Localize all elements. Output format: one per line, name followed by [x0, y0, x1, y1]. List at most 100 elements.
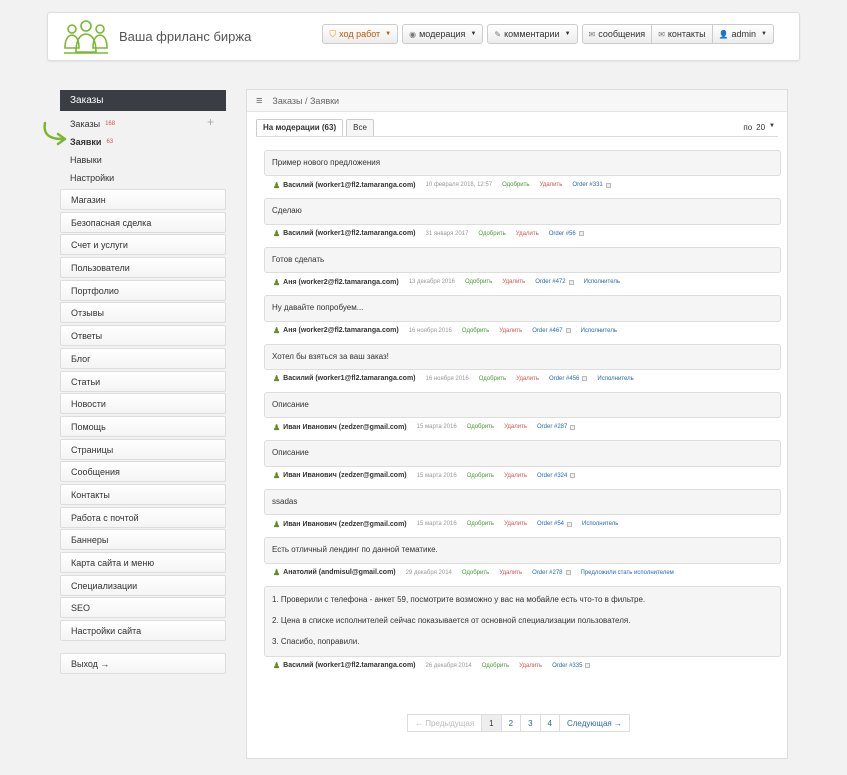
- tab-moderation[interactable]: На модерации (63): [256, 119, 344, 136]
- status-link[interactable]: Исполнитель: [581, 328, 617, 334]
- date-label: 31 января 2017: [425, 230, 469, 237]
- sidebar-item-skills[interactable]: Навыки: [70, 151, 220, 169]
- perpage-select[interactable]: по 20 ▼: [743, 123, 775, 132]
- sidebar-menu-item[interactable]: Ответы: [60, 325, 226, 347]
- order-link[interactable]: Order #278: [532, 570, 571, 576]
- author-link[interactable]: ♟ Иван Иванович (zedzer@gmail.com): [273, 520, 407, 529]
- delete-button[interactable]: Удалить: [499, 328, 522, 334]
- page-button[interactable]: 4: [539, 714, 560, 732]
- delete-button[interactable]: Удалить: [504, 424, 527, 430]
- delete-button[interactable]: Удалить: [516, 231, 539, 237]
- messages-button[interactable]: ✉ сообщения: [581, 24, 653, 44]
- prev-page-button[interactable]: ← Предыдущая: [407, 714, 483, 732]
- status-link[interactable]: Предложили стать исполнителем: [581, 570, 674, 576]
- sidebar-menu-item[interactable]: Работа с почтой: [60, 506, 226, 528]
- external-link-icon[interactable]: [565, 570, 571, 576]
- approve-button[interactable]: Одобрить: [467, 473, 494, 479]
- approve-button[interactable]: Одобрить: [462, 570, 489, 576]
- page-button[interactable]: 3: [520, 714, 541, 732]
- moderation-dropdown[interactable]: ◉ модерация ▼: [402, 24, 484, 44]
- sidebar-item-settings[interactable]: Настройки: [70, 169, 220, 187]
- order-link[interactable]: Order #324: [537, 473, 576, 479]
- sidebar-section-title[interactable]: Заказы: [60, 90, 226, 111]
- status-link[interactable]: Исполнитель: [597, 376, 633, 382]
- order-link[interactable]: Order #472: [535, 279, 574, 285]
- sidebar-menu-item[interactable]: Карта сайта и меню: [60, 552, 226, 573]
- author-link[interactable]: ♟ Иван Иванович (zedzer@gmail.com): [273, 423, 407, 432]
- sidebar-menu-item[interactable]: Специализации: [60, 574, 226, 596]
- delete-button[interactable]: Удалить: [519, 663, 542, 669]
- sidebar-menu-item[interactable]: SEO: [60, 597, 226, 619]
- status-link[interactable]: Исполнитель: [582, 521, 618, 527]
- delete-button[interactable]: Удалить: [502, 279, 525, 285]
- order-link[interactable]: Order #287: [537, 424, 576, 430]
- sidebar-menu-item[interactable]: Безопасная сделка: [60, 211, 226, 233]
- author-link[interactable]: ♟ Иван Иванович (zedzer@gmail.com): [273, 471, 407, 480]
- author-link[interactable]: ♟ Анатолий (andmisul@gmail.com): [273, 568, 396, 577]
- site-title[interactable]: Ваша фриланс биржа: [119, 29, 251, 44]
- external-link-icon[interactable]: [570, 473, 576, 479]
- order-link[interactable]: Order #56: [549, 231, 584, 237]
- approve-button[interactable]: Одобрить: [478, 231, 505, 237]
- progress-dropdown[interactable]: ⛉ ход работ ▼: [322, 24, 399, 44]
- sidebar-item-orders[interactable]: Заказы 168: [70, 115, 220, 133]
- sidebar-menu-item[interactable]: Новости: [60, 393, 226, 415]
- sidebar-menu-item[interactable]: Портфолио: [60, 279, 226, 301]
- external-link-icon[interactable]: [567, 521, 572, 527]
- logo-icon[interactable]: [62, 18, 110, 56]
- approve-button[interactable]: Одобрить: [462, 328, 489, 334]
- sidebar-menu-item[interactable]: Отзывы: [60, 302, 226, 324]
- approve-button[interactable]: Одобрить: [465, 279, 492, 285]
- tab-all[interactable]: Все: [346, 119, 374, 136]
- order-link[interactable]: Order #331: [572, 182, 611, 188]
- sidebar-menu-item[interactable]: Баннеры: [60, 529, 226, 551]
- approve-button[interactable]: Одобрить: [502, 182, 529, 188]
- approve-button[interactable]: Одобрить: [479, 376, 506, 382]
- sidebar-item-applications[interactable]: Заявки 63: [70, 133, 220, 151]
- author-link[interactable]: ♟ Василий (worker1@fl2.tamaranga.com): [273, 661, 416, 670]
- sidebar-menu-item[interactable]: Магазин: [60, 189, 226, 210]
- delete-button[interactable]: Удалить: [504, 521, 527, 527]
- sidebar-menu-item[interactable]: Страницы: [60, 438, 226, 460]
- external-link-icon[interactable]: [585, 663, 591, 669]
- order-link[interactable]: Order #467: [532, 328, 571, 334]
- status-link[interactable]: Исполнитель: [584, 279, 620, 285]
- delete-button[interactable]: Удалить: [499, 570, 522, 576]
- sidebar-menu-item[interactable]: Счет и услуги: [60, 234, 226, 256]
- menu-icon[interactable]: ≡: [256, 95, 262, 107]
- sidebar-menu-item[interactable]: Пользователи: [60, 257, 226, 279]
- order-link[interactable]: Order #54: [537, 521, 572, 527]
- logout-button[interactable]: Выход →: [60, 653, 226, 674]
- sidebar-menu-item[interactable]: Контакты: [60, 483, 226, 505]
- sidebar-menu-item[interactable]: Настройки сайта: [60, 620, 226, 642]
- external-link-icon[interactable]: [582, 376, 588, 382]
- sidebar-menu-item[interactable]: Сообщения: [60, 461, 226, 483]
- author-link[interactable]: ♟ Аня (worker2@fl2.tamaranga.com): [273, 326, 399, 335]
- approve-button[interactable]: Одобрить: [467, 521, 494, 527]
- author-link[interactable]: ♟ Василий (worker1@fl2.tamaranga.com): [273, 374, 416, 383]
- page-button[interactable]: 2: [500, 714, 522, 732]
- delete-button[interactable]: Удалить: [539, 182, 562, 188]
- approve-button[interactable]: Одобрить: [482, 663, 509, 669]
- sidebar-menu-item[interactable]: Статьи: [60, 370, 226, 392]
- delete-button[interactable]: Удалить: [516, 376, 539, 382]
- delete-button[interactable]: Удалить: [504, 473, 527, 479]
- author-link[interactable]: ♟ Василий (worker1@fl2.tamaranga.com): [273, 229, 416, 238]
- contacts-button[interactable]: ✉ контакты: [652, 24, 713, 44]
- external-link-icon[interactable]: [578, 231, 584, 237]
- external-link-icon[interactable]: [565, 328, 571, 334]
- author-link[interactable]: ♟ Аня (worker2@fl2.tamaranga.com): [273, 278, 399, 287]
- sidebar-menu-item[interactable]: Помощь: [60, 415, 226, 437]
- approve-button[interactable]: Одобрить: [467, 424, 494, 430]
- next-page-button[interactable]: Следующая →: [558, 714, 630, 732]
- comments-dropdown[interactable]: ✎ комментарии ▼: [487, 24, 578, 44]
- user-dropdown[interactable]: 👤 admin ▼: [712, 24, 774, 44]
- order-link[interactable]: Order #335: [552, 663, 591, 669]
- order-link[interactable]: Order #456: [549, 376, 588, 382]
- sidebar-menu-item[interactable]: Блог: [60, 347, 226, 369]
- page-button[interactable]: 1: [481, 714, 502, 732]
- external-link-icon[interactable]: [605, 182, 611, 188]
- external-link-icon[interactable]: [568, 279, 574, 285]
- external-link-icon[interactable]: [570, 424, 576, 430]
- author-link[interactable]: ♟ Василий (worker1@fl2.tamaranga.com): [273, 181, 416, 190]
